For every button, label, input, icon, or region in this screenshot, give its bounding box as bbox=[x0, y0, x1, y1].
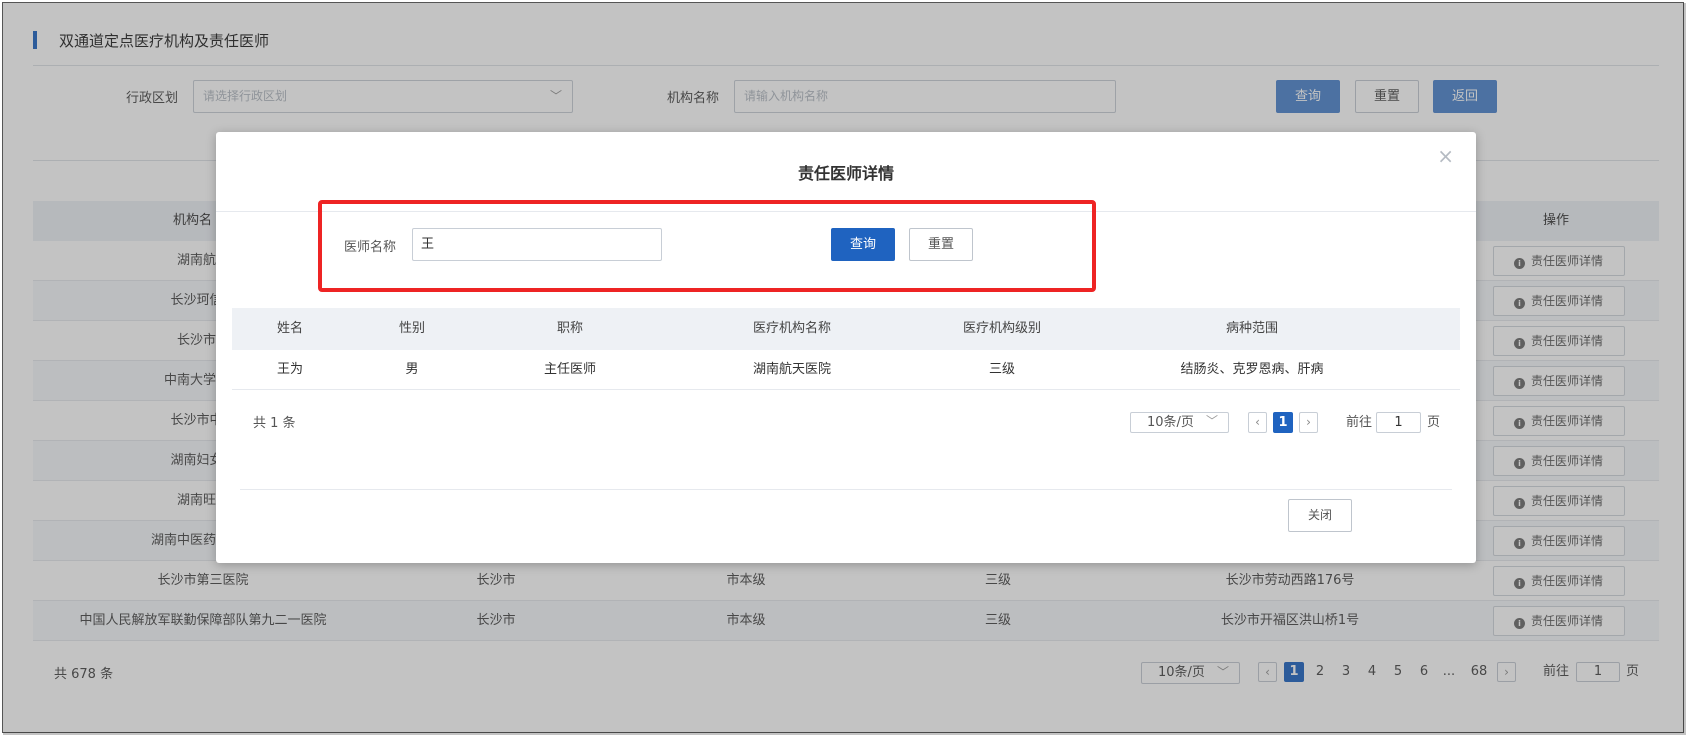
chevron-down-icon: ﹀ bbox=[1205, 414, 1218, 428]
col-title: 职称 bbox=[556, 321, 583, 336]
modal-footer-divider bbox=[240, 489, 1452, 490]
col-org-grade: 医疗机构级别 bbox=[962, 321, 1041, 336]
modal-page-1[interactable]: 1 bbox=[1273, 412, 1293, 433]
col-disease-scope: 病种范围 bbox=[1225, 321, 1278, 336]
org-name-cell: 湖南航天医院 bbox=[752, 362, 831, 377]
modal-page-size-value: 10条/页 bbox=[1147, 415, 1194, 430]
doctor-detail-modal: 责任医师详情 × 医师名称 王 查询 重置 姓名 性别 职称 医疗机构名称 医疗… bbox=[216, 132, 1476, 563]
modal-page-unit: 页 bbox=[1427, 415, 1441, 430]
gender-cell: 男 bbox=[405, 362, 419, 377]
modal-prev-page-button[interactable]: ‹ bbox=[1248, 412, 1267, 433]
doctor-name-label: 医师名称 bbox=[344, 240, 397, 255]
browser-frame: 双通道定点医疗机构及责任医师 行政区划 请选择行政区划 ﹀ 机构名称 请输入机构… bbox=[2, 2, 1686, 735]
modal-next-page-button[interactable]: › bbox=[1299, 412, 1318, 433]
doctor-name-input[interactable]: 王 bbox=[412, 228, 662, 261]
modal-header-divider bbox=[216, 211, 1476, 212]
col-org-name: 医疗机构名称 bbox=[752, 321, 831, 336]
modal-close-button[interactable]: 关闭 bbox=[1288, 499, 1352, 532]
table-row: 王为 男 主任医师 湖南航天医院 三级 结肠炎、克罗恩病、肝病 bbox=[232, 350, 1460, 390]
col-doctor-name: 姓名 bbox=[276, 321, 303, 336]
modal-goto-label: 前往 bbox=[1346, 415, 1373, 430]
modal-page-size-select[interactable]: 10条/页 ﹀ bbox=[1130, 412, 1229, 433]
modal-query-button[interactable]: 查询 bbox=[831, 228, 895, 261]
doctor-table-header: 姓名 性别 职称 医疗机构名称 医疗机构级别 病种范围 bbox=[232, 308, 1460, 350]
close-icon[interactable]: × bbox=[1437, 144, 1454, 168]
modal-reset-button[interactable]: 重置 bbox=[909, 228, 973, 261]
title-cell: 主任医师 bbox=[543, 362, 596, 377]
modal-total: 共 1 条 bbox=[253, 416, 296, 431]
disease-scope-cell: 结肠炎、克罗恩病、肝病 bbox=[1180, 362, 1324, 377]
doctor-name-cell: 王为 bbox=[276, 362, 303, 377]
col-gender: 性别 bbox=[398, 321, 425, 336]
modal-goto-input[interactable]: 1 bbox=[1376, 412, 1421, 433]
org-grade-cell: 三级 bbox=[988, 362, 1015, 377]
modal-title: 责任医师详情 bbox=[797, 164, 894, 183]
